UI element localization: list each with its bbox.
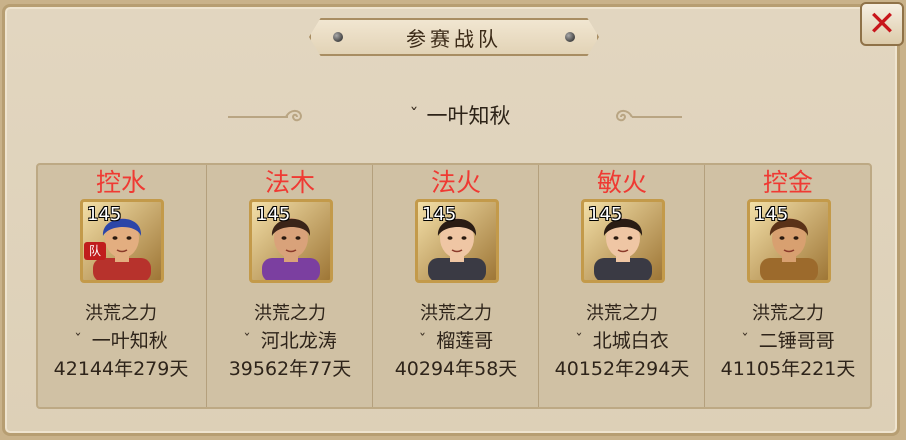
member-guild: 洪荒之力 [586,303,658,324]
member-level: 145 [87,204,122,225]
swirl-ornament-icon [285,109,303,122]
member-card[interactable]: 控金 145 洪荒之力 ˇ 二锤哥哥 41105年221天 [704,165,871,407]
team-members-box: 控水 145 队 洪荒之力 ˇ 一叶知秋 42144年279天 法木 145 洪… [36,163,872,409]
member-avatar[interactable]: 145 [415,199,499,283]
title-banner: 参赛战队 [309,18,599,56]
team-flag-icon: ˇ [418,330,427,349]
banner-rivet-icon [565,32,575,42]
member-name-row: ˇ 二锤哥哥 [705,326,871,353]
team-flag-icon: ˇ [575,330,583,349]
member-card[interactable]: 敏火 145 洪荒之力 ˇ 北城白衣 40152年294天 [538,165,705,407]
close-x-icon: ✕ [867,4,897,44]
banner-rivet-icon [333,32,343,42]
team-header: ˇ 一叶知秋 [380,100,540,130]
member-name-row: ˇ 榴莲哥 [373,326,539,353]
dialog-title: 参赛战队 [406,26,502,51]
swirl-ornament-icon [615,109,633,122]
member-name: 一叶知秋 [91,330,168,352]
member-card[interactable]: 法火 145 洪荒之力 ˇ 榴莲哥 40294年58天 [372,165,539,407]
member-name: 北城白衣 [592,330,669,352]
team-flag-icon: ˇ [74,330,82,349]
member-level: 145 [588,204,623,225]
member-avatar[interactable]: 145 [249,199,333,283]
member-playtime: 40152年294天 [554,358,690,380]
close-button[interactable]: ✕ [860,2,904,46]
member-guild: 洪荒之力 [420,303,492,324]
member-name: 榴莲哥 [436,330,494,352]
member-level: 145 [256,204,291,225]
member-role: 控水 [95,168,146,197]
member-name: 二锤哥哥 [758,330,835,352]
member-guild: 洪荒之力 [752,303,824,324]
divider-right [632,116,682,118]
member-role: 法火 [430,168,481,197]
member-role: 法木 [264,168,315,197]
member-card[interactable]: 控水 145 队 洪荒之力 ˇ 一叶知秋 42144年279天 [38,165,204,407]
member-name: 河北龙涛 [260,330,337,352]
team-flag-icon: ˇ [243,330,251,349]
member-card[interactable]: 法木 145 洪荒之力 ˇ 河北龙涛 39562年77天 [206,165,373,407]
member-role: 敏火 [596,168,647,197]
member-avatar[interactable]: 145 [747,199,831,283]
captain-badge: 队 [84,242,106,260]
member-level: 145 [422,204,457,225]
team-name: 一叶知秋 [426,104,511,128]
member-guild: 洪荒之力 [85,303,157,324]
member-avatar[interactable]: 145 队 [80,199,164,283]
member-playtime: 40294年58天 [394,358,518,380]
member-playtime: 39562年77天 [228,358,352,380]
member-name-row: ˇ 河北龙涛 [207,326,373,353]
member-name-row: ˇ 一叶知秋 [38,326,204,353]
member-playtime: 42144年279天 [53,358,189,380]
divider-left [228,116,288,118]
member-name-row: ˇ 北城白衣 [539,326,705,353]
team-flag-icon: ˇ [741,330,749,349]
member-playtime: 41105年221天 [720,358,856,380]
member-level: 145 [754,204,789,225]
member-role: 控金 [762,168,813,197]
member-avatar[interactable]: 145 [581,199,665,283]
team-flag-icon: ˇ [409,104,419,126]
member-guild: 洪荒之力 [254,303,326,324]
